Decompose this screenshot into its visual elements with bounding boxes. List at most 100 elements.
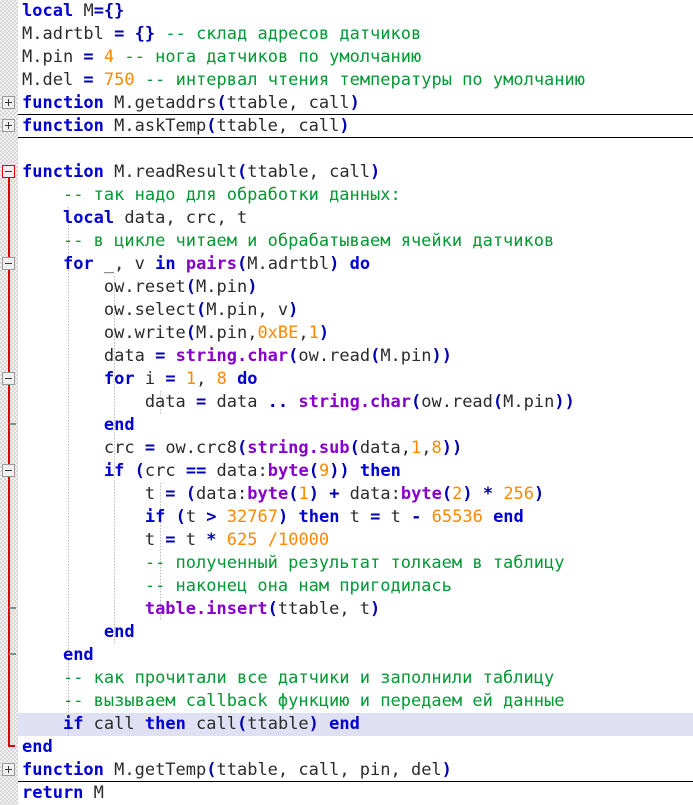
fold-collapse-icon[interactable] [2, 165, 15, 178]
token-fn: pairs [185, 254, 238, 274]
code-line-text: t = t * 625 /10000 [18, 529, 329, 552]
token-cm: -- нога датчиков по умолчанию [124, 47, 422, 67]
token-id: M.pin [22, 47, 84, 67]
token-op: = [165, 369, 176, 389]
token-kw: function [22, 116, 104, 136]
fold-expand-icon[interactable] [2, 763, 15, 776]
token-kw: local [62, 208, 115, 228]
token-pn: ( [196, 300, 207, 320]
token-id: , [196, 369, 217, 389]
token-id [94, 70, 104, 90]
token-id [22, 576, 145, 596]
code-line[interactable]: function M.readResult(ttable, call) [18, 161, 693, 184]
code-line[interactable]: ow.write(M.pin,0xBE,1) [18, 322, 693, 345]
code-line[interactable]: M.pin = 4 -- нога датчиков по умолчанию [18, 46, 693, 69]
token-id: t [339, 507, 371, 527]
token-pn: ) [370, 599, 381, 619]
code-surface[interactable]: local M={} M.adrtbl = {} -- склад адресов… [18, 0, 693, 805]
token-id: ow.read [298, 346, 371, 366]
folded-code-line[interactable]: function M.getTemp(ttable, call, pin, de… [18, 759, 693, 782]
code-line[interactable]: local M={} [18, 0, 693, 23]
folded-code-line[interactable]: function M.askTemp(ttable, call) [18, 115, 693, 138]
code-line[interactable]: end [18, 414, 693, 437]
fold-collapse-icon[interactable] [2, 257, 15, 270]
token-id [473, 484, 483, 504]
token-id: M.pin [503, 392, 555, 412]
token-id [94, 47, 104, 67]
token-id: data: [339, 484, 401, 504]
fold-expand-icon[interactable] [2, 96, 15, 109]
token-pn: ) [277, 507, 289, 527]
current-code-line[interactable]: if call then call(ttable) end [18, 713, 693, 736]
fold-collapse-icon[interactable] [2, 372, 15, 385]
code-line[interactable]: table.insert(ttable, t) [18, 598, 693, 621]
token-id: M.getaddrs [103, 93, 217, 113]
code-line[interactable]: t = t * 625 /10000 [18, 529, 693, 552]
code-line[interactable]: -- так надо для обработки данных: [18, 184, 693, 207]
code-line[interactable]: -- в цикле читаем и обрабатываем ячейки … [18, 230, 693, 253]
code-line-text: data = data .. string.char(ow.read(M.pin… [18, 391, 575, 414]
code-line[interactable]: local data, crc, t [18, 207, 693, 230]
token-id: t [380, 507, 412, 527]
token-pn: ( [185, 277, 197, 297]
token-id: M.askTemp [103, 116, 207, 136]
token-pn: {} [134, 24, 156, 44]
fold-collapse-icon[interactable] [2, 464, 15, 477]
code-line-text: -- полученный результат толкаем в таблиц… [18, 552, 565, 575]
token-fn: string.char [298, 392, 411, 412]
token-fn: string.sub [247, 438, 350, 458]
token-id: t [22, 484, 166, 504]
code-line-text: for _, v in pairs(M.adrtbl) do [18, 253, 370, 276]
code-line[interactable]: end [18, 736, 693, 759]
code-line[interactable]: -- вызываем callback функцию и передаем … [18, 690, 693, 713]
token-pn: ( [237, 714, 248, 734]
code-line[interactable]: end [18, 644, 693, 667]
token-pn: )) [329, 461, 350, 481]
code-line[interactable]: if (t > 32767) then t = t - 65536 end [18, 506, 693, 529]
code-line[interactable]: -- наконец она нам пригодилась [18, 575, 693, 598]
fold-icon-vertical-bar [8, 766, 9, 773]
token-pn: ( [308, 461, 319, 481]
token-id: M.adrtbl [22, 24, 115, 44]
code-line[interactable]: M.del = 750 -- интервал чтения температу… [18, 69, 693, 92]
code-line-text: table.insert(ttable, t) [18, 598, 380, 621]
code-line-text: return M [18, 782, 104, 805]
token-num: 8 [216, 369, 227, 389]
folded-code-line[interactable]: function M.getaddrs(ttable, call) [18, 92, 693, 115]
token-pn: ) [288, 300, 299, 320]
code-line[interactable]: t = (data:byte(1) + data:byte(2) * 256) [18, 483, 693, 506]
code-line[interactable]: -- как прочитали все датчики и заполнили… [18, 667, 693, 690]
code-line[interactable] [18, 138, 693, 161]
code-line[interactable]: M.adrtbl = {} -- склад адресов датчиков [18, 23, 693, 46]
code-line[interactable]: -- полученный результат толкаем в таблиц… [18, 552, 693, 575]
fold-icon-horizontal-bar [5, 378, 12, 379]
code-line[interactable]: for i = 1, 8 do [18, 368, 693, 391]
token-op: = [165, 484, 176, 504]
token-id: data: [206, 461, 268, 481]
fold-expand-icon[interactable] [2, 119, 15, 132]
token-cm: -- в цикле читаем и обрабатываем ячейки … [62, 231, 555, 251]
fold-gutter[interactable] [0, 0, 18, 805]
token-id [22, 254, 63, 274]
code-line[interactable]: ow.reset(M.pin) [18, 276, 693, 299]
code-editor[interactable]: local M={} M.adrtbl = {} -- склад адресов… [0, 0, 693, 805]
token-num: 0xBE [257, 323, 299, 343]
fold-end-tick [9, 607, 16, 609]
token-num: 8 [431, 438, 442, 458]
code-line[interactable]: if (crc == data:byte(9)) then [18, 460, 693, 483]
fold-end-tick [9, 653, 16, 655]
code-line-text: -- в цикле читаем и обрабатываем ячейки … [18, 230, 554, 253]
code-line[interactable]: ow.select(M.pin, v) [18, 299, 693, 322]
code-line[interactable]: return M [18, 782, 693, 805]
code-line[interactable]: crc = ow.crc8(string.sub(data,1,8)) [18, 437, 693, 460]
code-line[interactable]: for _, v in pairs(M.adrtbl) do [18, 253, 693, 276]
active-fold-end-hook [8, 745, 15, 747]
token-id: ttable, call [226, 93, 350, 113]
code-line[interactable]: data = string.char(ow.read(M.pin)) [18, 345, 693, 368]
code-line[interactable]: data = data .. string.char(ow.read(M.pin… [18, 391, 693, 414]
code-line[interactable]: end [18, 621, 693, 644]
fold-end-tick [9, 423, 16, 425]
token-num: 1 [308, 323, 319, 343]
code-line-text: M.pin = 4 -- нога датчиков по умолчанию [18, 46, 421, 69]
token-kw: then [359, 461, 401, 481]
